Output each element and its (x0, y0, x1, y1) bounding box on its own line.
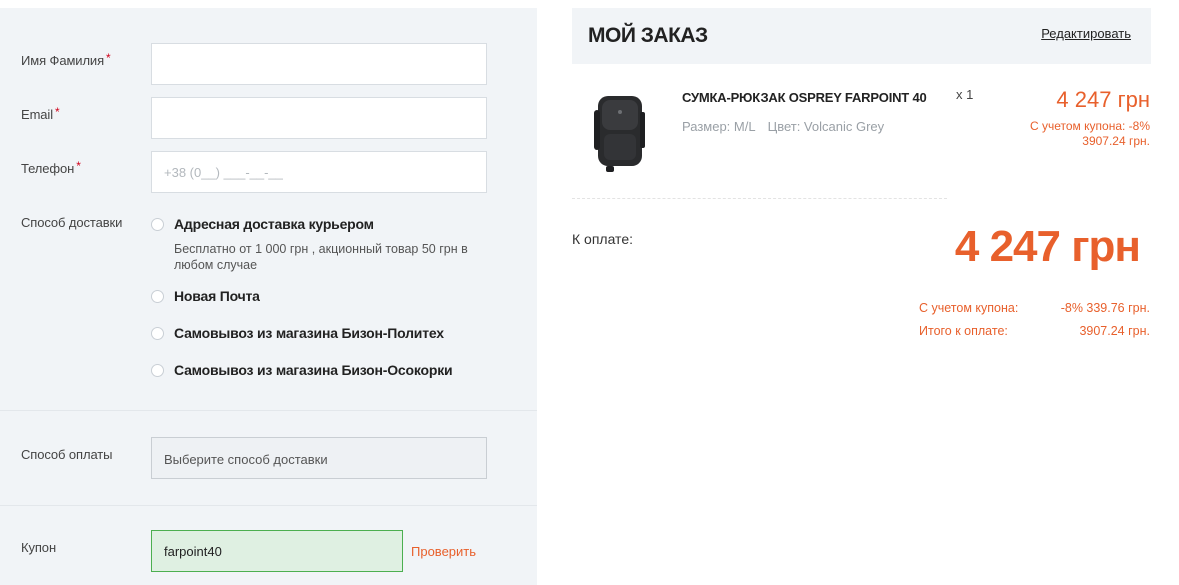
order-total: 4 247 грн (954, 222, 1141, 271)
edit-order-link[interactable]: Редактировать (1041, 26, 1131, 41)
final-total-label: Итого к оплате: (919, 324, 1008, 338)
pickup-osokorki-label[interactable]: Самовывоз из магазина Бизон-Осокорки (174, 362, 453, 378)
email-input[interactable] (151, 97, 487, 139)
item-divider (572, 198, 947, 199)
divider (0, 410, 537, 411)
required-mark: * (76, 159, 81, 173)
courier-delivery-label[interactable]: Адресная доставка курьером (174, 216, 374, 232)
checkout-form-panel (0, 8, 537, 585)
name-field-label: Имя Фамилия * (21, 51, 111, 68)
coupon-discount-value: -8% 339.76 грн. (1060, 301, 1150, 315)
product-attributes: Размер: M/L Цвет: Volcanic Grey (682, 119, 884, 134)
delivery-method-label: Способ доставки (21, 215, 123, 230)
courier-delivery-desc: Бесплатно от 1 000 грн , акционный товар… (174, 242, 468, 272)
item-coupon-note: С учетом купона: -8% (1029, 119, 1150, 133)
product-name[interactable]: СУМКА-РЮКЗАК OSPREY FARPOINT 40 (682, 90, 927, 105)
item-discounted-price: 3907.24 грн. (1082, 134, 1150, 148)
required-mark: * (106, 51, 111, 65)
backpack-product-image[interactable] (584, 90, 654, 176)
item-price: 4 247 грн (1056, 87, 1150, 112)
product-quantity: x 1 (956, 87, 974, 102)
radio-pickup-politeh[interactable] (151, 327, 164, 340)
coupon-discount-label: С учетом купона: (919, 301, 1019, 315)
final-total-value: 3907.24 грн. (1079, 324, 1150, 338)
coupon-input[interactable] (151, 530, 403, 572)
required-mark: * (55, 105, 60, 119)
radio-pickup-osokorki[interactable] (151, 364, 164, 377)
radio-nova-poshta[interactable] (151, 290, 164, 303)
divider (0, 505, 537, 506)
nova-poshta-label[interactable]: Новая Почта (174, 288, 260, 304)
radio-courier-delivery[interactable] (151, 218, 164, 231)
payment-method-select[interactable]: Выберите способ доставки (151, 437, 487, 479)
payment-method-label: Способ оплаты (21, 447, 113, 462)
order-header: МОЙ ЗАКАЗ Редактировать (572, 8, 1151, 64)
phone-field-label: Телефон * (21, 159, 81, 176)
email-field-label: Email * (21, 105, 60, 122)
check-coupon-link[interactable]: Проверить (411, 544, 476, 559)
pickup-politeh-label[interactable]: Самовывоз из магазина Бизон-Политех (174, 325, 444, 341)
order-title: МОЙ ЗАКАЗ (588, 24, 708, 47)
phone-input[interactable] (151, 151, 487, 193)
to-pay-label: К оплате: (572, 231, 633, 247)
product-color: Цвет: Volcanic Grey (767, 119, 885, 134)
product-size: Размер: M/L (682, 119, 756, 134)
name-input[interactable] (151, 43, 487, 85)
item-coupon-price: С учетом купона: -8% 3907.24 грн. (1030, 119, 1150, 149)
coupon-label: Купон (21, 540, 57, 555)
